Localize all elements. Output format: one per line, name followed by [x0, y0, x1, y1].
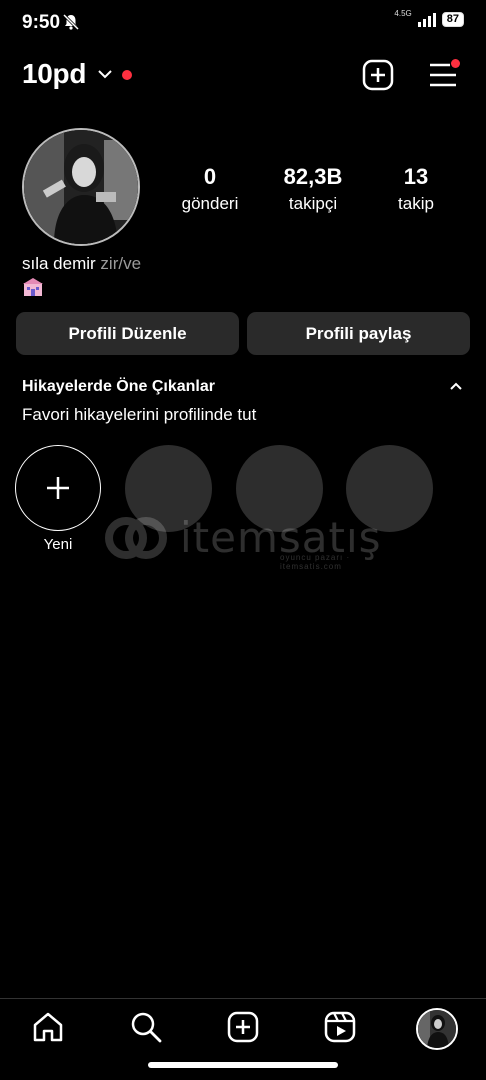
following-label: takip	[398, 194, 434, 213]
chevron-down-icon[interactable]	[97, 68, 113, 80]
nav-divider	[0, 998, 486, 999]
nav-avatar-photo	[418, 1010, 456, 1048]
following-count: 13	[403, 164, 429, 189]
create-icon[interactable]	[226, 1010, 260, 1044]
profile-name: sıla demir	[22, 254, 96, 273]
create-post-icon[interactable]	[362, 59, 394, 91]
followers-stat[interactable]: 82,3B takipçi	[263, 164, 363, 214]
status-time: 9:50	[22, 12, 61, 33]
profile-pronouns: zir/ve	[100, 254, 142, 273]
status-indicators: 4.5G 87	[394, 9, 464, 27]
plus-icon	[47, 477, 69, 499]
search-icon[interactable]	[129, 1010, 163, 1044]
posts-stat[interactable]: 0 gönderi	[160, 164, 260, 214]
followers-count: 82,3B	[283, 164, 343, 189]
profile-avatar[interactable]	[22, 128, 140, 246]
highlights-subtitle: Favori hikayelerini profilinde tut	[22, 405, 257, 424]
home-indicator[interactable]	[148, 1062, 338, 1068]
signal-icon	[417, 12, 436, 27]
home-icon[interactable]	[31, 1010, 65, 1044]
following-stat[interactable]: 13 takip	[366, 164, 466, 214]
reels-icon[interactable]	[323, 1010, 357, 1044]
watermark-logo-icon	[105, 516, 167, 559]
posts-label: gönderi	[181, 194, 239, 213]
followers-label: takipçi	[288, 194, 338, 213]
network-type: 4.5G	[394, 9, 412, 18]
battery-level: 87	[441, 12, 464, 27]
account-notification-dot	[122, 70, 132, 80]
profile-name-line: sıla demir zir/ve	[22, 254, 141, 274]
nav-profile-avatar[interactable]	[416, 1008, 458, 1050]
share-profile-button[interactable]: Profili paylaş	[247, 312, 470, 355]
watermark-subtext: oyuncu pazarı · itemsatis.com	[280, 553, 351, 571]
posts-count: 0	[203, 164, 217, 189]
building-emoji-icon	[23, 278, 43, 296]
edit-profile-button[interactable]: Profili Düzenle	[16, 312, 239, 355]
watermark: itemsatış oyuncu pazarı · itemsatis.com	[102, 513, 382, 571]
chevron-up-icon[interactable]	[448, 380, 464, 392]
new-highlight-label: Yeni	[43, 536, 73, 553]
new-highlight-button[interactable]	[15, 445, 101, 531]
highlights-title: Hikayelerde Öne Çıkanlar	[22, 378, 215, 395]
username-switcher[interactable]: 10pd	[22, 58, 86, 90]
muted-bell-icon	[62, 13, 80, 31]
avatar-photo	[24, 130, 138, 244]
menu-notification-dot	[451, 59, 460, 68]
